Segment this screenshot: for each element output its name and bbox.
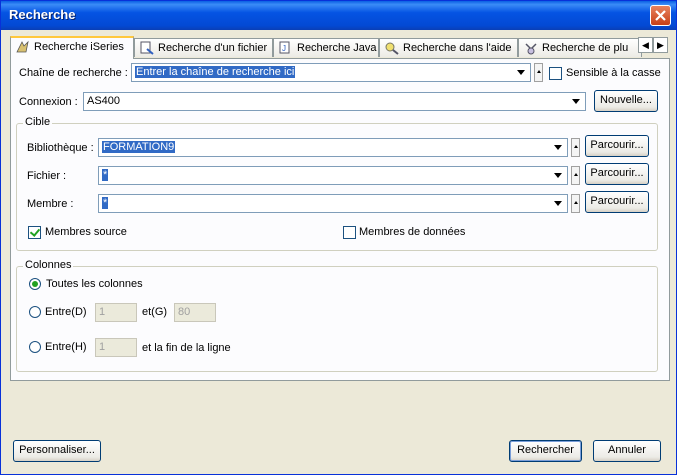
data-members-label: Membres de données xyxy=(359,226,466,238)
case-sensitive-label: Sensible à la casse xyxy=(566,67,661,79)
chevron-down-icon[interactable] xyxy=(552,141,565,154)
tab-label: Recherche de plu xyxy=(542,42,629,54)
member-label: Membre : xyxy=(27,198,74,210)
library-value: FORMATION9 xyxy=(102,141,176,153)
new-connection-button[interactable]: Nouvelle... xyxy=(594,90,658,112)
data-members-checkbox[interactable] xyxy=(343,226,356,239)
tab-file-search[interactable]: Recherche d'un fichier xyxy=(134,38,273,57)
chevron-left-icon: ◀ xyxy=(642,40,649,50)
window-title: Recherche xyxy=(9,7,76,22)
target-legend: Cible xyxy=(23,116,53,128)
columns-legend: Colonnes xyxy=(23,259,74,271)
tab-java-search[interactable]: J Recherche Java xyxy=(273,38,379,57)
between-to-input[interactable]: 80 xyxy=(174,303,216,322)
chevron-right-icon: ▶ xyxy=(657,40,664,50)
member-value: * xyxy=(102,197,109,209)
tab-plugin-search[interactable]: Recherche de plu xyxy=(518,38,642,57)
member-browse-button[interactable]: Parcourir... xyxy=(585,191,649,213)
chevron-down-icon[interactable] xyxy=(515,66,528,79)
library-combo[interactable]: FORMATION9 xyxy=(98,138,568,157)
between-end-label: Entre(H) xyxy=(45,341,87,353)
connection-value: AS400 xyxy=(87,95,121,107)
end-of-line-label: et la fin de la ligne xyxy=(142,342,231,354)
close-icon xyxy=(655,10,666,21)
search-dialog: Recherche Recherche iSeries Recherche d'… xyxy=(0,0,677,475)
search-string-value: Entrer la chaîne de recherche ici xyxy=(135,66,296,78)
search-string-label: Chaîne de recherche : xyxy=(19,67,128,79)
file-browse-button[interactable]: Parcourir... xyxy=(585,163,649,185)
source-members-checkbox[interactable] xyxy=(28,226,41,239)
file-combo[interactable]: * xyxy=(98,166,568,185)
chevron-down-icon[interactable] xyxy=(552,197,565,210)
connection-combo[interactable]: AS400 xyxy=(83,92,586,111)
source-members-label: Membres source xyxy=(45,226,127,238)
all-columns-label: Toutes les colonnes xyxy=(46,278,143,290)
tab-label: Recherche iSeries xyxy=(34,41,124,53)
between-columns-label: Entre(D) xyxy=(45,306,87,318)
file-history-button[interactable] xyxy=(571,166,580,185)
java-search-icon: J xyxy=(279,41,290,54)
and-label: et(G) xyxy=(142,306,168,318)
file-label: Fichier : xyxy=(27,170,67,182)
tab-strip: Recherche iSeries Recherche d'un fichier… xyxy=(10,36,670,59)
case-sensitive-checkbox[interactable] xyxy=(549,67,562,80)
between-columns-radio[interactable] xyxy=(29,306,41,318)
help-search-icon xyxy=(385,42,399,55)
tab-iseries-search[interactable]: Recherche iSeries xyxy=(10,36,134,59)
search-history-button[interactable] xyxy=(534,63,543,82)
iseries-search-icon xyxy=(16,40,29,53)
tab-label: Recherche dans l'aide xyxy=(403,42,512,54)
search-string-combo[interactable]: Entrer la chaîne de recherche ici xyxy=(131,63,531,82)
file-search-icon xyxy=(140,41,154,55)
library-browse-button[interactable]: Parcourir... xyxy=(585,135,649,157)
close-button[interactable] xyxy=(650,5,671,26)
plugin-search-icon xyxy=(525,43,537,55)
between-end-from-input[interactable]: 1 xyxy=(95,338,137,357)
tab-scroll-right-button[interactable]: ▶ xyxy=(653,37,668,53)
all-columns-radio[interactable] xyxy=(29,278,41,290)
library-label: Bibliothèque : xyxy=(27,142,94,154)
tab-label: Recherche d'un fichier xyxy=(158,42,268,54)
chevron-down-icon[interactable] xyxy=(570,95,583,108)
member-history-button[interactable] xyxy=(571,194,580,213)
tab-scroll-left-button[interactable]: ◀ xyxy=(638,37,653,53)
between-from-input[interactable]: 1 xyxy=(95,303,137,322)
tab-label: Recherche Java xyxy=(297,42,377,54)
search-button[interactable]: Rechercher xyxy=(509,440,582,462)
connection-label: Connexion : xyxy=(19,96,78,108)
between-end-radio[interactable] xyxy=(29,341,41,353)
cancel-button[interactable]: Annuler xyxy=(593,440,661,462)
file-value: * xyxy=(102,169,109,181)
tab-help-search[interactable]: Recherche dans l'aide xyxy=(379,38,518,57)
customize-button[interactable]: Personnaliser... xyxy=(13,440,101,462)
member-combo[interactable]: * xyxy=(98,194,568,213)
title-bar: Recherche xyxy=(1,1,676,30)
chevron-down-icon[interactable] xyxy=(552,169,565,182)
library-history-button[interactable] xyxy=(571,138,580,157)
svg-text:J: J xyxy=(282,44,286,53)
